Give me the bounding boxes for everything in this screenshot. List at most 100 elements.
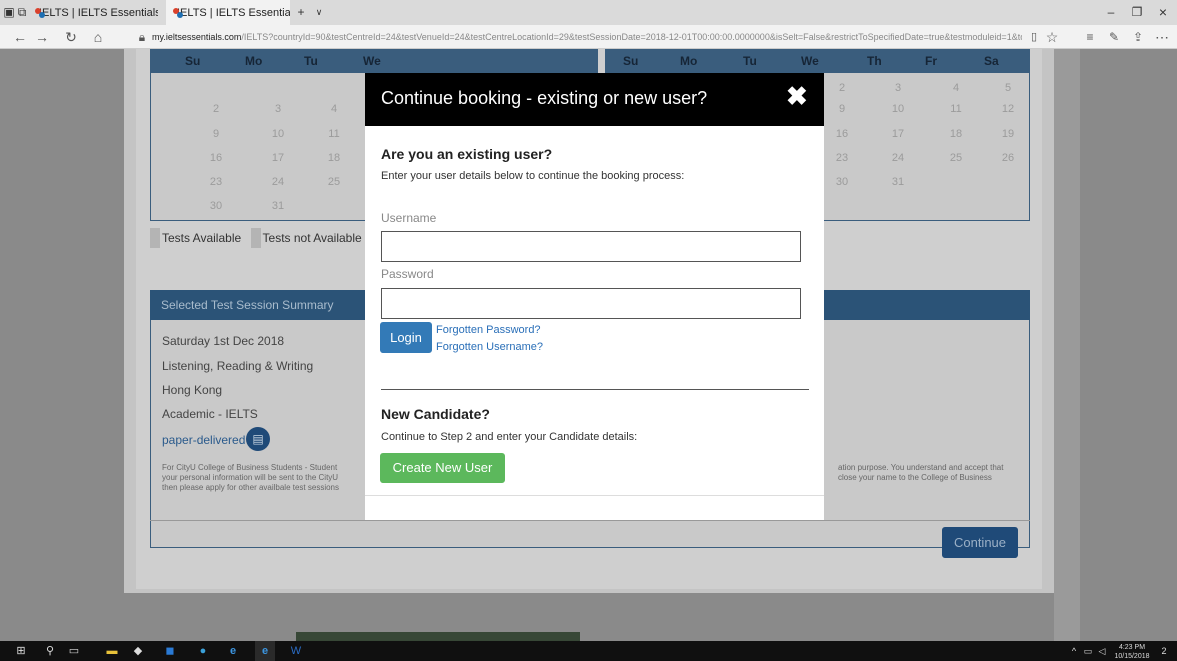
calendar-date[interactable]: 10 (266, 128, 290, 140)
share-icon[interactable]: ⇪ (1126, 25, 1150, 49)
calendar-date[interactable]: 2 (830, 82, 854, 94)
clock[interactable]: 4:23 PM 10/15/2018 (1112, 643, 1152, 661)
calendar-date[interactable]: 10 (886, 103, 910, 115)
calendar-date[interactable]: 18 (944, 128, 968, 140)
legend-available-swatch (150, 228, 160, 248)
refresh-icon[interactable]: ↻ (59, 25, 83, 49)
store-icon[interactable]: ◆ (128, 641, 148, 661)
calendar-date[interactable]: 26 (996, 152, 1020, 164)
calendar-date[interactable]: 25 (322, 176, 346, 188)
restore-icon[interactable]: ❐ (1124, 0, 1150, 25)
clock-time: 4:23 PM (1118, 644, 1146, 651)
start-icon[interactable]: ⊞ (11, 641, 31, 661)
calendar-legend: Tests Available Tests not Available (150, 228, 379, 248)
volume-icon[interactable]: ◁ (1096, 641, 1108, 661)
calendar-right-header: Su Mo Tu We Th Fr Sa (605, 49, 1030, 73)
forward-icon[interactable]: → (30, 25, 54, 49)
notification-center-icon[interactable]: 2 (1156, 641, 1172, 661)
calendar-date[interactable]: 3 (886, 82, 910, 94)
page-gutter (1054, 49, 1080, 641)
window-close-icon[interactable]: × (1150, 0, 1176, 25)
search-icon[interactable]: ⚲ (40, 641, 60, 661)
edge-icon[interactable]: e (223, 641, 243, 661)
calendar-date[interactable]: 9 (830, 103, 854, 115)
calendar-date[interactable]: 5 (996, 82, 1020, 94)
calendar-date[interactable]: 3 (266, 103, 290, 115)
back-icon[interactable]: ← (8, 25, 32, 49)
calendar-date[interactable]: 30 (204, 200, 228, 212)
calendar-left-header: Su Mo Tu We (150, 49, 598, 73)
tab-actions-icon[interactable]: ▣ (2, 0, 16, 25)
new-candidate-heading: New Candidate? (381, 406, 490, 422)
calendar-date[interactable]: 2 (204, 103, 228, 115)
favorite-star-icon[interactable]: ☆ (1040, 25, 1064, 49)
forgotten-username-link[interactable]: Forgotten Username? (436, 341, 543, 353)
create-new-user-button[interactable]: Create New User (380, 453, 505, 483)
day-fr: Fr (925, 54, 937, 68)
outlook-icon[interactable]: ◼ (160, 641, 180, 661)
browser-tab-1[interactable]: IELTS | IELTS Essentials (28, 0, 158, 25)
more-menu-icon[interactable]: ⋯ (1150, 25, 1174, 49)
word-icon[interactable]: W (286, 641, 306, 661)
username-input[interactable] (381, 231, 801, 262)
skype-icon[interactable]: ● (193, 641, 213, 661)
password-input[interactable] (381, 288, 801, 319)
calendar-date[interactable]: 23 (204, 176, 228, 188)
summary-modules: Listening, Reading & Writing (162, 359, 314, 373)
lock-icon: 🔒︎ (138, 30, 146, 44)
calendar-date[interactable]: 17 (886, 128, 910, 140)
calendar-date[interactable]: 18 (322, 152, 346, 164)
calendar-date[interactable]: 4 (322, 103, 346, 115)
calendar-date[interactable]: 30 (830, 176, 854, 188)
existing-user-heading: Are you an existing user? (381, 146, 553, 162)
url-domain: my.ieltsessentials.com (152, 32, 242, 42)
file-explorer-icon[interactable]: ▬ (102, 641, 122, 661)
home-icon[interactable]: ⌂ (86, 25, 110, 49)
browser-tab-2[interactable]: IELTS | IELTS Essentials× (166, 0, 290, 25)
tab-2-label: IELTS | IELTS Essentials (177, 6, 290, 19)
calendar-date[interactable]: 11 (944, 103, 968, 115)
notes-pen-icon[interactable]: ✎ (1102, 25, 1126, 49)
calendar-date[interactable]: 12 (996, 103, 1020, 115)
calendar-date[interactable]: 11 (322, 128, 346, 140)
calendar-date[interactable]: 31 (266, 200, 290, 212)
edge-active-icon[interactable]: e (255, 641, 275, 661)
summary-fine-print-left: For CityU College of Business Students -… (162, 463, 367, 493)
legend-not-available-label: Tests not Available (262, 231, 362, 245)
day-th: Th (867, 54, 882, 68)
summary-divider (150, 520, 1030, 521)
legend-available-label: Tests Available (162, 231, 242, 245)
tab-preview-icon[interactable]: ⧉ (15, 0, 29, 25)
calendar-date[interactable]: 23 (830, 152, 854, 164)
calendar-date[interactable]: 17 (266, 152, 290, 164)
notification-count: 2 (1161, 646, 1167, 656)
login-button[interactable]: Login (380, 322, 432, 353)
url-field[interactable]: my.ieltsessentials.com/IELTS?countryId=9… (152, 25, 1022, 49)
existing-user-instructions: Enter your user details below to continu… (381, 170, 685, 182)
url-path: /IELTS?countryId=90&testCentreId=24&test… (241, 32, 1022, 42)
modal-title: Continue booking - existing or new user? (381, 88, 708, 108)
calendar-date[interactable]: 4 (944, 82, 968, 94)
forgotten-password-link[interactable]: Forgotten Password? (436, 324, 541, 336)
modal-close-icon[interactable]: ✖ (786, 81, 808, 111)
calendar-date[interactable]: 19 (996, 128, 1020, 140)
minimize-icon[interactable]: – (1098, 0, 1124, 25)
tab-list-chevron-icon[interactable]: ∨ (312, 0, 326, 25)
tab-1-label: IELTS | IELTS Essentials (39, 6, 158, 19)
calendar-date[interactable]: 25 (944, 152, 968, 164)
tray-chevron-icon[interactable]: ^ (1068, 641, 1080, 661)
calendar-date[interactable]: 24 (886, 152, 910, 164)
new-tab-icon[interactable]: + (292, 0, 310, 25)
continue-button[interactable]: Continue (942, 527, 1018, 558)
calendar-date[interactable]: 31 (886, 176, 910, 188)
calendar-date[interactable]: 16 (204, 152, 228, 164)
password-label: Password (381, 267, 434, 281)
task-view-icon[interactable]: ▭ (64, 641, 84, 661)
network-icon[interactable]: ▭ (1082, 641, 1094, 661)
calendar-date[interactable]: 24 (266, 176, 290, 188)
favorites-hub-icon[interactable]: ≡ (1078, 25, 1102, 49)
calendar-date[interactable]: 9 (204, 128, 228, 140)
calendar-date[interactable]: 16 (830, 128, 854, 140)
day-su: Su (185, 54, 201, 68)
day-mo: Mo (245, 54, 263, 68)
